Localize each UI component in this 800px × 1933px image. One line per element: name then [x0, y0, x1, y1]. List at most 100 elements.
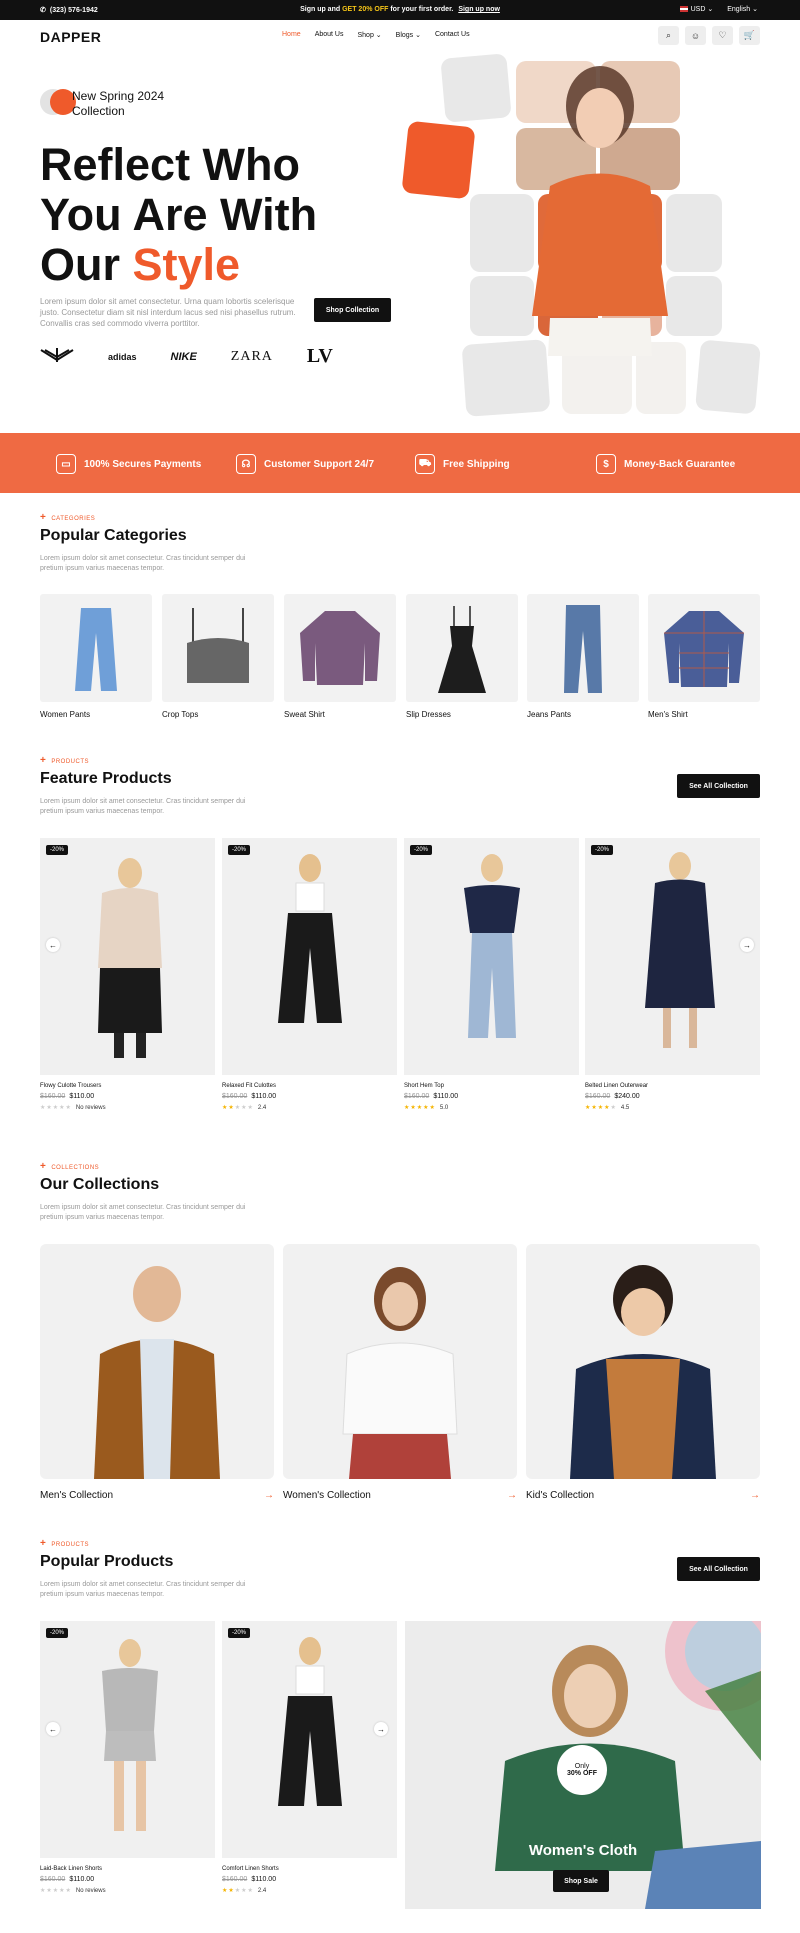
feature-money-back: $ Money-Back Guarantee: [596, 454, 735, 474]
collections-description: Lorem ipsum dolor sit amet consectetur. …: [40, 1204, 246, 1221]
product-card[interactable]: -20% Laid-Back Linen Shorts $160.00 $110.…: [40, 1621, 215, 1894]
money-hand-icon: $: [596, 454, 616, 474]
product-price: $160.00 $110.00: [222, 1876, 397, 1883]
model-icon: [645, 852, 715, 1048]
product-rating: ★★★★★ 2.4: [222, 1887, 397, 1894]
user-icon[interactable]: ☺: [685, 26, 706, 45]
category-label: Jeans Pants: [527, 710, 572, 719]
nav-about[interactable]: About Us: [315, 31, 344, 39]
star-rating-icon: ★★★★★: [404, 1105, 436, 1111]
product-image: -20%: [222, 1621, 397, 1858]
discount-badge: -20%: [46, 1628, 69, 1638]
womens-cloth-promo[interactable]: Only 30% OFF Women's Cloth Shop Sale: [405, 1621, 761, 1909]
nav-home[interactable]: Home: [282, 31, 301, 39]
hero-description: Lorem ipsum dolor sit amet consectetur. …: [40, 297, 296, 328]
product-card[interactable]: -20% Relaxed Fit Culottes $160.00 $110.00…: [222, 838, 397, 1111]
feature-label: Money-Back Guarantee: [624, 458, 736, 470]
language-selector[interactable]: English ⌄: [727, 5, 758, 13]
currency-selector[interactable]: USD ⌄: [679, 5, 713, 13]
product-image: -20%: [404, 838, 579, 1075]
collection-image: [40, 1244, 274, 1479]
category-crop-tops[interactable]: Crop Tops: [162, 594, 274, 719]
product-name: Short Hem Top: [404, 1083, 444, 1089]
promo-text: Sign up and: [300, 6, 341, 13]
promo-title: Women's Cloth: [528, 1842, 638, 1859]
feature-shipping: ⛟ Free Shipping: [415, 454, 510, 474]
discount-badge: -20%: [228, 845, 251, 855]
collection-card-kids[interactable]: Kid's Collection →: [526, 1244, 760, 1501]
heart-icon[interactable]: ♡: [712, 26, 733, 45]
product-image: -20%: [222, 838, 397, 1075]
old-price: $160.00: [404, 1093, 430, 1100]
category-label: Sweat Shirt: [284, 710, 325, 719]
product-price: $160.00 $110.00: [222, 1093, 397, 1100]
credit-card-icon: ▭: [56, 454, 76, 474]
search-icon[interactable]: ⌕: [658, 26, 679, 45]
carousel-next-arrow-icon[interactable]: →: [374, 1722, 388, 1736]
feature-support: ☊ Customer Support 24/7: [236, 454, 374, 474]
brand-armani: [40, 346, 74, 367]
woman-model-icon: [342, 1267, 458, 1479]
promo-highlight: GET 20% OFF: [342, 6, 389, 13]
armani-eagle-icon: [40, 348, 74, 362]
nav-blogs[interactable]: Blogs ⌄: [396, 31, 421, 39]
hero-title-line-3: Our Style: [40, 240, 360, 290]
shop-sale-button[interactable]: Shop Sale: [553, 1870, 609, 1892]
nav-contact[interactable]: Contact Us: [435, 31, 470, 39]
carousel-next-arrow-icon[interactable]: →: [740, 938, 754, 952]
category-image: [284, 594, 396, 702]
product-card[interactable]: -20% Flowy Culotte Trousers $160.00 $110.…: [40, 838, 215, 1111]
product-card[interactable]: -20% Comfort Linen Shorts $160.00 $110.00…: [222, 1621, 397, 1894]
main-nav: Home About Us Shop ⌄ Blogs ⌄ Contact Us: [282, 31, 470, 39]
product-card[interactable]: -20% Belted Linen Outerwear $160.00 $240.…: [585, 838, 760, 1111]
collection-image: [526, 1244, 760, 1479]
nav-shop[interactable]: Shop ⌄: [357, 31, 381, 39]
jeans-icon: [564, 604, 602, 693]
category-jeans-pants[interactable]: Jeans Pants: [527, 594, 639, 719]
see-all-popular-button[interactable]: See All Collection: [677, 1557, 760, 1581]
carousel-prev-arrow-icon[interactable]: ←: [46, 1722, 60, 1736]
categories-kicker: CATEGORIES: [40, 512, 95, 523]
logo[interactable]: DAPPER: [40, 29, 101, 45]
discount-badge: -20%: [46, 845, 69, 855]
categories-description: Lorem ipsum dolor sit amet consectetur. …: [40, 555, 246, 572]
carousel-prev-arrow-icon[interactable]: ←: [46, 938, 60, 952]
collections-title: Our Collections: [40, 1176, 160, 1193]
category-women-pants[interactable]: Women Pants: [40, 594, 152, 719]
hero-title-line-1: Reflect Who: [40, 139, 301, 190]
arrow-right-icon: →: [750, 1490, 760, 1501]
crop-top-icon: [187, 608, 249, 683]
category-sweat-shirt[interactable]: Sweat Shirt: [284, 594, 396, 719]
shop-collection-button[interactable]: Shop Collection: [314, 298, 391, 322]
current-price: $110.00: [433, 1093, 459, 1100]
categories-title: Popular Categories: [40, 527, 187, 544]
category-mens-shirt[interactable]: Men's Shirt: [648, 594, 760, 719]
old-price: $160.00: [585, 1093, 611, 1100]
collection-card-women[interactable]: Women's Collection →: [283, 1244, 517, 1501]
promo-off-label: 30% OFF: [567, 1770, 597, 1777]
hero-title-word: Our: [40, 239, 121, 290]
see-all-collection-button[interactable]: See All Collection: [677, 774, 760, 798]
category-label: Crop Tops: [162, 710, 199, 719]
product-price: $160.00 $110.00: [404, 1093, 579, 1100]
category-slip-dresses[interactable]: Slip Dresses: [406, 594, 518, 719]
truck-icon: ⛟: [415, 454, 435, 474]
promo-text-end: for your first order.: [390, 6, 454, 13]
product-rating: ★★★★★ 4.5: [585, 1104, 760, 1111]
category-image: [40, 594, 152, 702]
cart-icon[interactable]: 🛒: [739, 26, 760, 45]
collection-card-men[interactable]: Men's Collection →: [40, 1244, 274, 1501]
collections-kicker: COLLECTIONS: [40, 1161, 99, 1172]
signup-link[interactable]: Sign up now: [458, 6, 500, 13]
feature-label: Customer Support 24/7: [264, 458, 375, 470]
old-price: $160.00: [40, 1093, 66, 1100]
featured-kicker: PRODUCTS: [40, 755, 89, 766]
product-price: $160.00 $110.00: [40, 1876, 215, 1883]
category-image: [527, 594, 639, 702]
product-name: Laid-Back Linen Shorts: [40, 1866, 103, 1872]
category-label: Slip Dresses: [406, 710, 451, 719]
product-card[interactable]: -20% Short Hem Top $160.00 $110.00 ★★★★★ 5…: [404, 838, 579, 1111]
current-price: $110.00: [69, 1876, 95, 1883]
feature-label: Free Shipping: [443, 458, 510, 470]
hero-image: [400, 53, 761, 417]
